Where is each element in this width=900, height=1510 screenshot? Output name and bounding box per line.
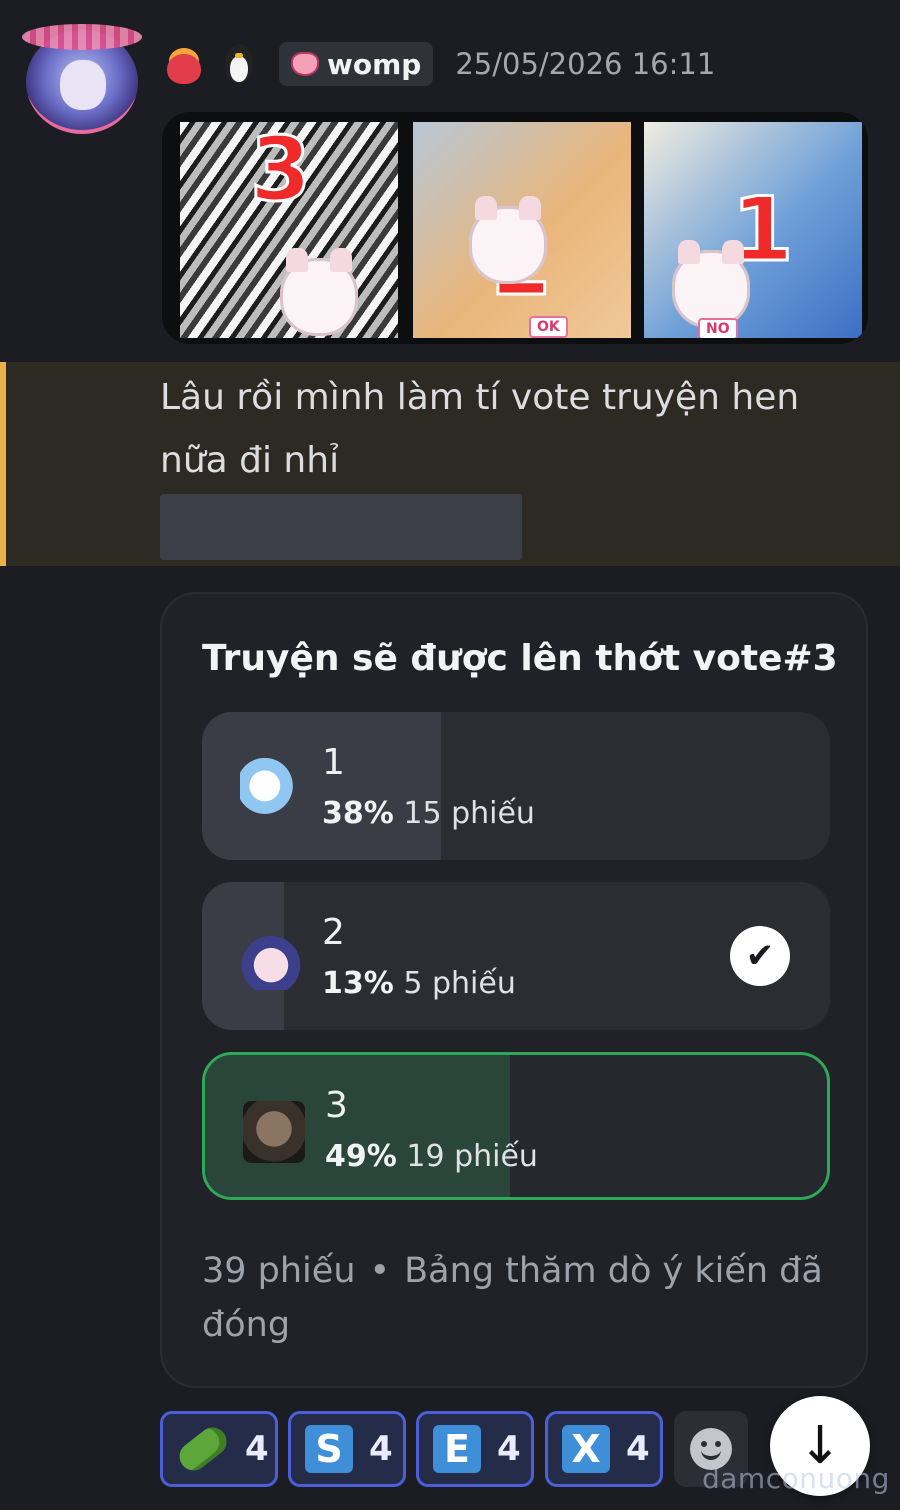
letter-s-icon: S	[305, 1425, 353, 1473]
poll-answer-1[interactable]: 1 38% 15 phiếu	[202, 712, 830, 860]
poll-answer-3[interactable]: 3 49% 19 phiếu	[202, 1052, 830, 1200]
reaction-count: 4	[369, 1429, 393, 1469]
reaction-letter-s[interactable]: S 4	[288, 1411, 406, 1487]
heart-on-fire-icon	[163, 40, 207, 88]
reaction-count: 4	[245, 1429, 269, 1469]
poll-total-votes: 39 phiếu	[202, 1251, 356, 1291]
reaction-letter-x[interactable]: X 4	[545, 1411, 663, 1487]
letter-x-icon: X	[562, 1425, 610, 1473]
chibi-character	[469, 196, 547, 284]
answer-stats: 49% 19 phiếu	[325, 1139, 538, 1174]
poll-answer-2[interactable]: 2 13% 5 phiếu ✔	[202, 882, 830, 1030]
reaction-cucumber[interactable]: 4	[160, 1411, 278, 1487]
answer-stats: 38% 15 phiếu	[322, 796, 535, 831]
avatar-face	[60, 60, 106, 110]
image-attachment-1[interactable]: 3	[180, 122, 398, 338]
image-attachment-2[interactable]: 2 OK	[413, 122, 631, 338]
image-attachments: 3 2 OK 1 NO	[162, 112, 868, 344]
gigachad-emoji-icon	[243, 1101, 305, 1163]
footer-separator: •	[369, 1251, 391, 1291]
image-attachment-3[interactable]: 1 NO	[644, 122, 862, 338]
answer-label: 3	[325, 1085, 348, 1126]
chibi-character	[280, 248, 358, 336]
answer-percent: 13%	[322, 966, 394, 1001]
author-role-tag[interactable]: womp	[279, 42, 434, 86]
author-tag-label: womp	[327, 47, 422, 81]
no-sign: NO	[698, 318, 738, 338]
answer-label: 2	[322, 912, 345, 953]
answer-votes: 19 phiếu	[406, 1139, 538, 1174]
reaction-count: 4	[497, 1429, 521, 1469]
penguin-icon	[217, 40, 261, 88]
message-timestamp: 25/05/2026 16:11	[455, 47, 716, 81]
answer-stats: 13% 5 phiếu	[322, 966, 516, 1001]
spoiler-block[interactable]	[160, 494, 522, 560]
flower-wreath-decoration	[22, 24, 142, 50]
sleepy-girl-emoji-icon	[240, 928, 302, 990]
answer-votes: 5 phiếu	[403, 966, 516, 1001]
poll-footer: 39 phiếu • Bảng thăm dò ý kiến đã đóng	[202, 1244, 842, 1352]
vote-fill-bar	[202, 712, 441, 860]
poll-card: Truyện sẽ được lên thớt vote#3 1 38% 15 …	[160, 592, 868, 1388]
reaction-letter-e[interactable]: E 4	[416, 1411, 534, 1487]
message-content: Lâu rồi mình làm tí vote truyện hen nữa …	[160, 377, 800, 481]
ok-sign: OK	[529, 316, 568, 338]
answer-percent: 38%	[322, 796, 394, 831]
cucumber-icon	[173, 1421, 233, 1477]
reaction-count: 4	[626, 1429, 650, 1469]
image-number-label: 3	[248, 122, 312, 223]
pixel-heart-icon	[291, 52, 319, 76]
chibi-character	[672, 240, 750, 328]
bird-emoji-icon	[240, 758, 302, 820]
message-header: womp 25/05/2026 16:11	[163, 38, 715, 90]
author-avatar[interactable]	[22, 24, 142, 134]
answer-label: 1	[322, 742, 345, 783]
answer-percent: 49%	[325, 1139, 397, 1174]
letter-e-icon: E	[433, 1425, 481, 1473]
selected-check-icon: ✔	[730, 926, 790, 986]
poll-question: Truyện sẽ được lên thớt vote#3	[202, 638, 838, 679]
answer-votes: 15 phiếu	[403, 796, 535, 831]
watermark: damconuong	[702, 1462, 890, 1495]
